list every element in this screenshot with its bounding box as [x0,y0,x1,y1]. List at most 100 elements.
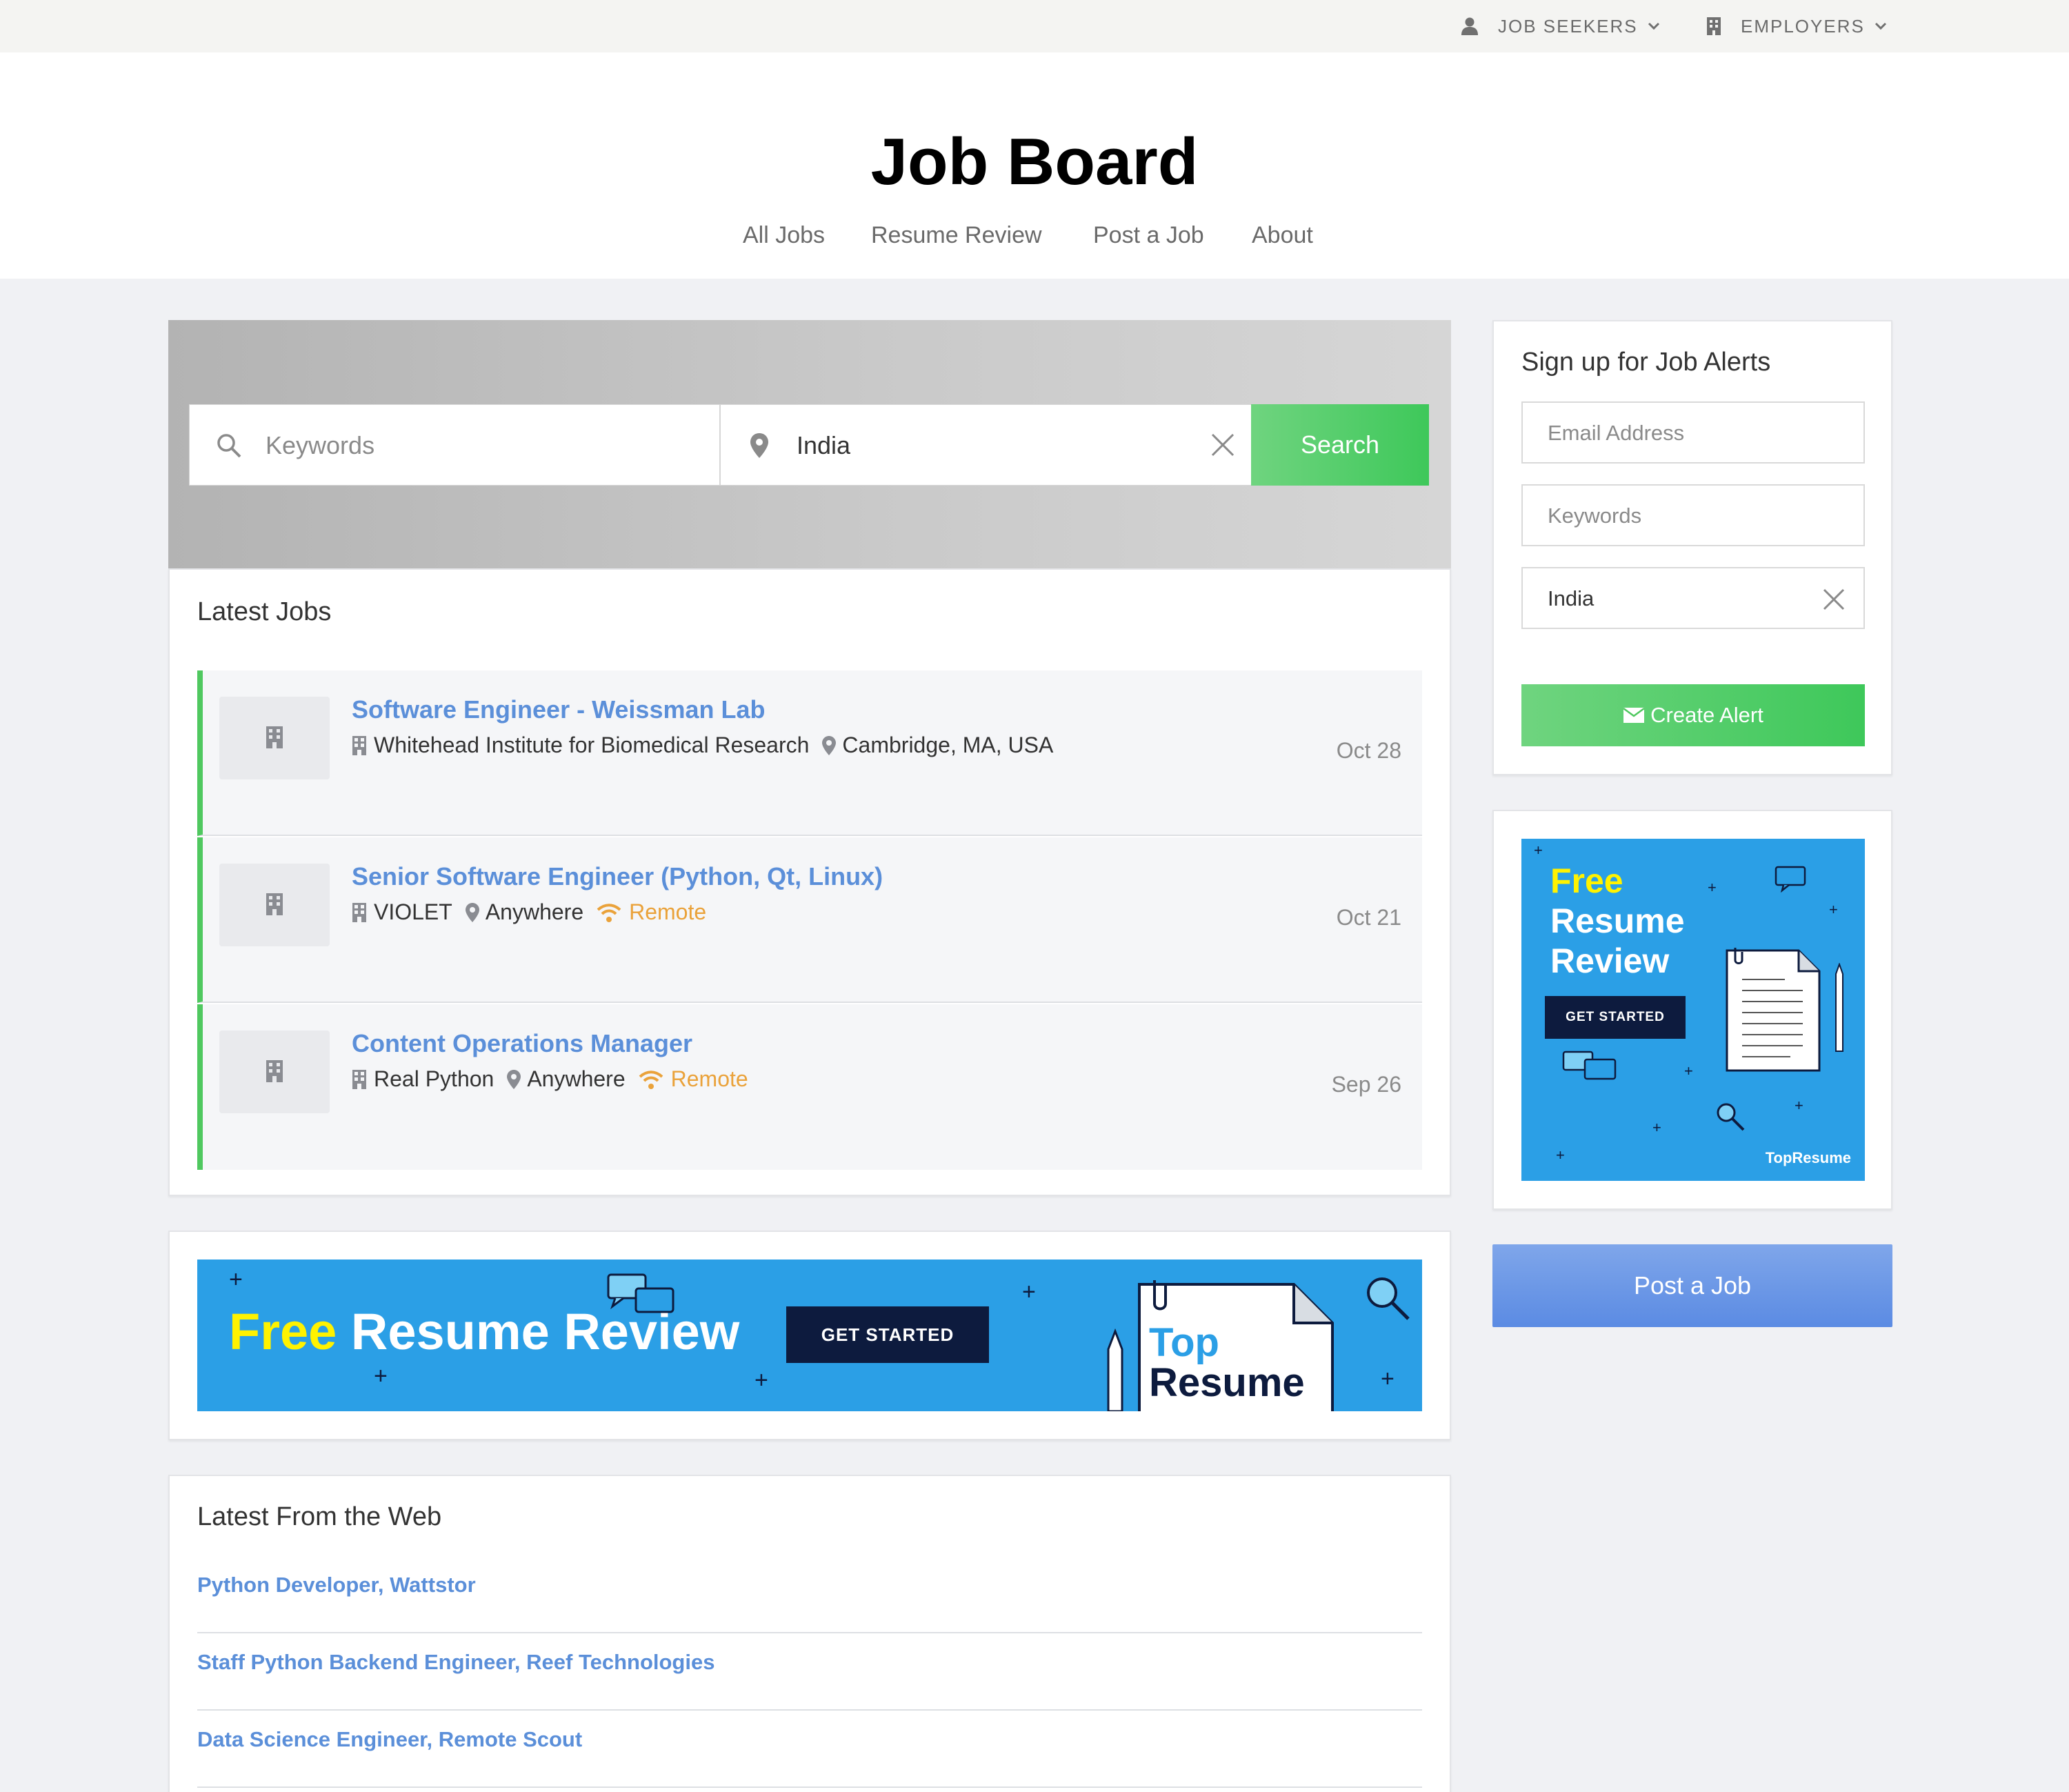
topresume-logo: Top Resume [1149,1323,1305,1403]
job-date: Oct 21 [1336,905,1401,930]
side-ad-headline: Free Resume Review [1550,861,1685,981]
ad-headline-text: Resume Review [350,1303,740,1360]
job-company: Real Python [374,1066,494,1091]
decorative-plus-icon: + [1022,1279,1036,1305]
search-icon [217,434,241,458]
building-icon [266,1060,283,1082]
building-icon [266,726,283,748]
email-placeholder: Email Address [1548,421,1685,445]
resume-review-side-ad[interactable]: + + + + + + + Free Resume Review GET STA… [1521,839,1865,1181]
latest-from-web-card: Latest From the Web Python Developer, Wa… [168,1475,1451,1792]
job-location: Anywhere [485,899,584,924]
decorative-plus-icon: + [1829,901,1838,918]
alert-email-input[interactable]: Email Address [1521,401,1865,464]
job-company: Whitehead Institute for Biomedical Resea… [374,733,810,757]
document-icon [1726,948,1821,1072]
alert-keywords-input[interactable]: Keywords [1521,484,1865,546]
clear-icon[interactable] [1822,588,1846,611]
location-search-input[interactable]: India [720,404,1252,486]
location-pin-icon [822,735,837,755]
nav-resume-review[interactable]: Resume Review [871,222,1042,249]
latest-jobs-card: Latest Jobs Software Engineer - Weissman… [168,568,1451,1196]
job-listing[interactable]: Software Engineer - Weissman Lab Whitehe… [197,670,1422,836]
web-job-link[interactable]: Python Developer, Wattstor [197,1556,1422,1633]
search-hero: Keywords India Search [168,320,1451,570]
chat-bubbles-icon [1562,1051,1617,1080]
job-title[interactable]: Content Operations Manager [352,1029,692,1058]
location-value: India [1548,586,1595,610]
keywords-placeholder: Keywords [266,431,375,459]
job-seekers-label: JOB SEEKERS [1498,15,1638,37]
keywords-placeholder: Keywords [1548,504,1642,528]
decorative-plus-icon: + [1652,1119,1661,1136]
company-logo-placeholder [219,1031,330,1113]
post-a-job-button[interactable]: Post a Job [1492,1244,1892,1327]
job-date: Sep 26 [1331,1072,1401,1097]
job-remote-tag: Remote [629,899,707,924]
web-job-link-text[interactable]: Staff Python Backend Engineer, Reef Tech… [197,1650,714,1675]
decorative-plus-icon: + [1381,1366,1395,1392]
wifi-icon [597,903,621,922]
location-pin-icon [750,433,768,458]
clear-icon[interactable] [1210,432,1235,457]
envelope-icon [1623,707,1645,723]
user-icon [1461,17,1478,35]
decorative-plus-icon: + [754,1367,768,1393]
decorative-plus-icon: + [374,1363,388,1389]
job-meta: VIOLET Anywhere Remote [352,899,706,925]
job-title[interactable]: Software Engineer - Weissman Lab [352,695,765,724]
get-started-button[interactable]: GET STARTED [786,1306,989,1363]
decorative-plus-icon: + [229,1266,243,1293]
pencil-icon [1835,963,1843,1052]
job-seekers-menu[interactable]: JOB SEEKERS [1461,0,1660,52]
company-logo-placeholder [219,697,330,779]
latest-jobs-title: Latest Jobs [197,597,332,626]
job-listing[interactable]: Content Operations Manager Real Python A… [197,1004,1422,1170]
side-ad-line-3: Review [1550,942,1670,980]
decorative-plus-icon: + [1795,1097,1803,1114]
building-icon [352,1069,366,1089]
job-location: Cambridge, MA, USA [842,733,1054,757]
nav-about[interactable]: About [1252,222,1313,249]
keywords-search-input[interactable]: Keywords [189,404,720,486]
topresume-logo-top: Top [1149,1320,1219,1365]
get-started-button[interactable]: GET STARTED [1545,996,1686,1039]
job-date: Oct 28 [1336,738,1401,763]
create-alert-label: Create Alert [1650,703,1763,727]
topresume-logo-bottom: Resume [1149,1360,1305,1405]
banner-ad-card: + + + + + Free Resume Review GET STARTED… [168,1231,1451,1440]
resume-review-banner-ad[interactable]: + + + + + Free Resume Review GET STARTED… [197,1260,1422,1411]
chat-bubbles-icon [1775,866,1806,893]
chat-bubbles-icon [607,1273,674,1313]
job-title[interactable]: Senior Software Engineer (Python, Qt, Li… [352,862,883,891]
web-job-link-text[interactable]: Python Developer, Wattstor [197,1573,476,1597]
job-location: Anywhere [527,1066,626,1091]
building-icon [266,893,283,915]
main-nav: All Jobs Resume Review Post a Job About [0,222,2069,257]
site-header: Job Board All Jobs Resume Review Post a … [0,52,2069,279]
nav-all-jobs[interactable]: All Jobs [743,222,825,249]
building-icon [352,735,366,755]
create-alert-button[interactable]: Create Alert [1521,684,1865,746]
web-job-link[interactable]: Staff Python Backend Engineer, Reef Tech… [197,1633,1422,1711]
location-value: India [797,431,851,459]
ad-free-text: Free [229,1303,337,1360]
location-pin-icon [507,1069,521,1089]
side-ad-line-2: Resume [1550,902,1685,940]
building-icon [352,902,366,922]
employers-menu[interactable]: EMPLOYERS [1706,0,1887,52]
search-button[interactable]: Search [1251,404,1429,486]
job-listing[interactable]: Senior Software Engineer (Python, Qt, Li… [197,837,1422,1003]
company-logo-placeholder [219,864,330,946]
decorative-plus-icon: + [1556,1146,1565,1164]
magnifier-icon [1717,1103,1745,1131]
site-title[interactable]: Job Board [0,124,2069,200]
nav-post-a-job[interactable]: Post a Job [1093,222,1204,249]
location-pin-icon [465,902,479,922]
decorative-plus-icon: + [1534,842,1543,859]
side-ad-line-1: Free [1550,862,1623,900]
web-job-link-text[interactable]: Data Science Engineer, Remote Scout [197,1727,582,1752]
alert-location-input[interactable]: India [1521,567,1865,629]
web-job-link[interactable]: Data Science Engineer, Remote Scout [197,1711,1422,1788]
job-alerts-card: Sign up for Job Alerts Email Address Key… [1492,320,1892,775]
